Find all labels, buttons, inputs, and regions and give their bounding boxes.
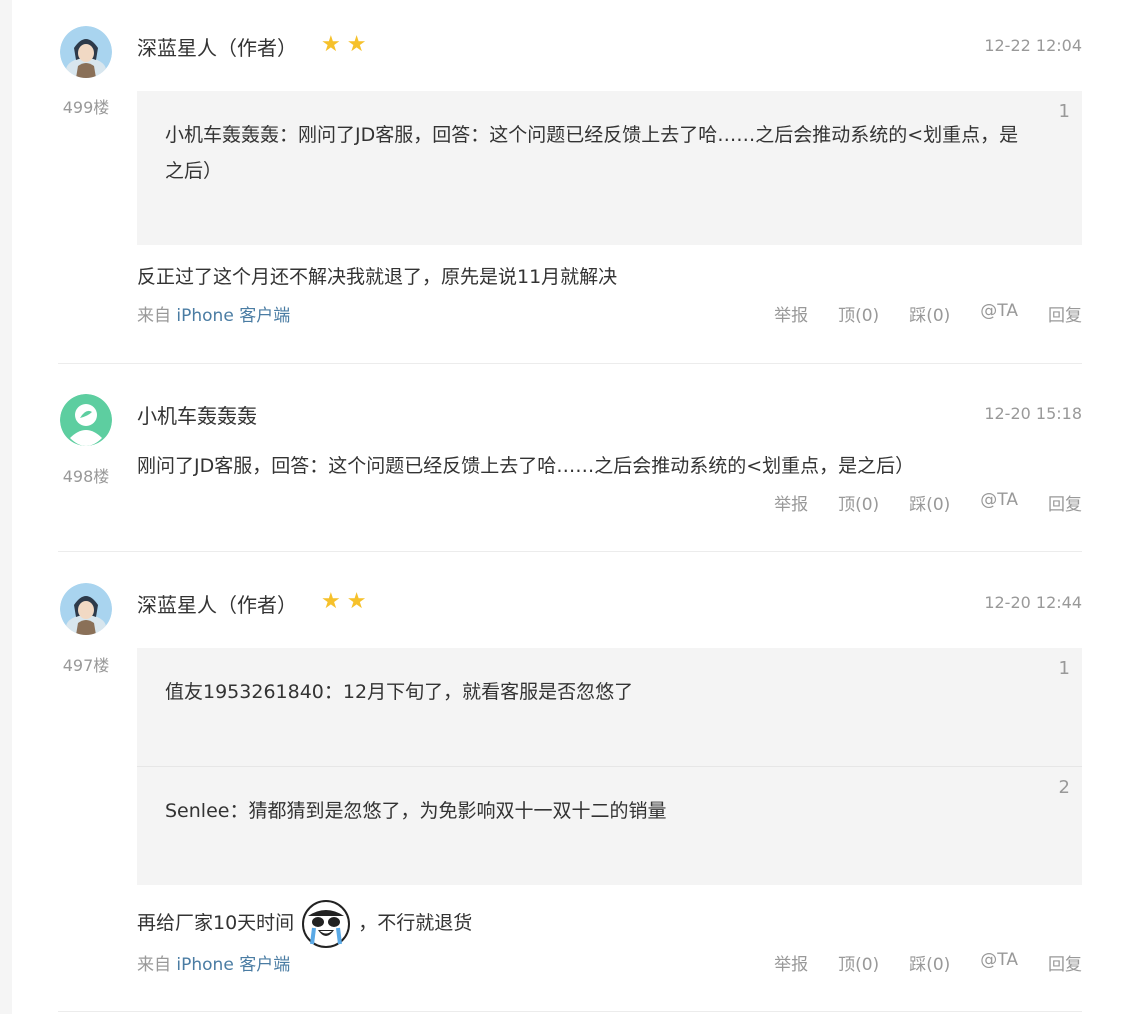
avatar[interactable] bbox=[60, 583, 112, 635]
divider bbox=[58, 551, 1082, 552]
quote-number: 1 bbox=[1058, 658, 1070, 679]
comment-page: 499楼 深蓝星人（作者） ★ ★ 12-22 12:04 1 小机车轰轰轰：刚… bbox=[0, 0, 1123, 1014]
floor-number: 499楼 bbox=[62, 98, 110, 117]
downvote-button[interactable]: 踩(0) bbox=[909, 490, 950, 515]
quote-content: ：刚问了JD客服，回答：这个问题已经反馈上去了哈……之后会推动系统的<划重点，是… bbox=[165, 124, 1019, 182]
left-gutter bbox=[0, 0, 12, 1014]
comment-header: 深蓝星人（作者） ★ ★ 12-20 12:44 bbox=[137, 583, 1082, 623]
downvote-button[interactable]: 踩(0) bbox=[909, 950, 950, 975]
divider bbox=[58, 363, 1082, 364]
quote-text: Senlee：猜都猜到是忽悠了，为免影响双十一双十二的销量 bbox=[165, 793, 1022, 829]
quote-username[interactable]: Senlee bbox=[165, 800, 229, 822]
source-link[interactable]: iPhone 客户端 bbox=[176, 306, 290, 326]
quote-username[interactable]: 小机车轰轰轰 bbox=[165, 124, 279, 146]
quote-number: 1 bbox=[1058, 101, 1070, 122]
comment-text: 再给厂家10天时间 ，不行就退货 bbox=[137, 899, 1082, 948]
comment-header: 深蓝星人（作者） ★ ★ 12-22 12:04 bbox=[137, 26, 1082, 66]
star-icon: ★ bbox=[321, 589, 341, 614]
comment-actions: 举报 顶(0) 踩(0) @TA 回复 bbox=[744, 950, 1082, 975]
default-user-avatar-icon bbox=[60, 394, 112, 446]
comment-actions: 举报 顶(0) 踩(0) @TA 回复 bbox=[744, 301, 1082, 326]
downvote-button[interactable]: 踩(0) bbox=[909, 301, 950, 326]
comment-text-part: ，不行就退货 bbox=[358, 912, 473, 934]
anime-avatar-icon bbox=[60, 583, 112, 635]
username[interactable]: 深蓝星人（作者） bbox=[137, 32, 297, 61]
floor-number: 497楼 bbox=[62, 656, 110, 675]
comment-footer: 来自 iPhone 客户端 举报 顶(0) 踩(0) @TA 回复 bbox=[137, 950, 1082, 976]
level-stars: ★ ★ bbox=[321, 589, 366, 615]
comment-text: 反正过了这个月还不解决我就退了，原先是说11月就解决 bbox=[137, 266, 618, 288]
quote-content: ：12月下旬了，就看客服是否忽悠了 bbox=[323, 681, 634, 703]
comment-498: 498楼 小机车轰轰轰 12-20 15:18 刚问了JD客服，回答：这个问题已… bbox=[58, 394, 1082, 524]
avatar[interactable] bbox=[60, 26, 112, 78]
divider bbox=[58, 1011, 1082, 1012]
level-stars: ★ ★ bbox=[321, 32, 366, 58]
report-button[interactable]: 举报 bbox=[774, 301, 808, 326]
username[interactable]: 深蓝星人（作者） bbox=[137, 589, 297, 618]
star-icon: ★ bbox=[321, 32, 341, 57]
crying-laugh-emoji-icon bbox=[302, 899, 351, 948]
mention-button[interactable]: @TA bbox=[980, 490, 1018, 515]
quote-content: ：猜都猜到是忽悠了，为免影响双十一双十二的销量 bbox=[229, 800, 667, 822]
mention-button[interactable]: @TA bbox=[980, 950, 1018, 975]
report-button[interactable]: 举报 bbox=[774, 490, 808, 515]
report-button[interactable]: 举报 bbox=[774, 950, 808, 975]
comment-499: 499楼 深蓝星人（作者） ★ ★ 12-22 12:04 1 小机车轰轰轰：刚… bbox=[58, 26, 1082, 336]
upvote-button[interactable]: 顶(0) bbox=[838, 490, 879, 515]
source-prefix: 来自 bbox=[137, 306, 171, 326]
upvote-button[interactable]: 顶(0) bbox=[838, 301, 879, 326]
reply-button[interactable]: 回复 bbox=[1048, 301, 1082, 326]
source-link[interactable]: iPhone 客户端 bbox=[176, 955, 290, 975]
upvote-button[interactable]: 顶(0) bbox=[838, 950, 879, 975]
timestamp: 12-22 12:04 bbox=[984, 36, 1082, 55]
comment-text-part: 再给厂家10天时间 bbox=[137, 912, 295, 934]
username[interactable]: 小机车轰轰轰 bbox=[137, 400, 257, 429]
floor-number: 498楼 bbox=[62, 467, 110, 486]
timestamp: 12-20 12:44 bbox=[984, 593, 1082, 612]
quote-item: 1 小机车轰轰轰：刚问了JD客服，回答：这个问题已经反馈上去了哈……之后会推动系… bbox=[137, 91, 1082, 245]
comment-497: 497楼 深蓝星人（作者） ★ ★ 12-20 12:44 1 值友195326… bbox=[58, 583, 1082, 983]
comment-actions: 举报 顶(0) 踩(0) @TA 回复 bbox=[744, 490, 1082, 515]
quote-number: 2 bbox=[1058, 777, 1070, 798]
source-label: 来自 iPhone 客户端 bbox=[137, 301, 290, 326]
source-prefix: 来自 bbox=[137, 954, 171, 975]
quote-item: 1 值友1953261840：12月下旬了，就看客服是否忽悠了 bbox=[137, 648, 1082, 766]
comment-footer: 来自 iPhone 客户端 举报 顶(0) 踩(0) @TA 回复 bbox=[137, 301, 1082, 327]
quoted-replies: 1 小机车轰轰轰：刚问了JD客服，回答：这个问题已经反馈上去了哈……之后会推动系… bbox=[137, 91, 1082, 245]
reply-button[interactable]: 回复 bbox=[1048, 490, 1082, 515]
avatar[interactable] bbox=[60, 394, 112, 446]
quote-text: 小机车轰轰轰：刚问了JD客服，回答：这个问题已经反馈上去了哈……之后会推动系统的… bbox=[165, 117, 1022, 189]
quoted-replies: 1 值友1953261840：12月下旬了，就看客服是否忽悠了 2 Senlee… bbox=[137, 648, 1082, 885]
star-icon: ★ bbox=[346, 589, 367, 614]
quote-text: 值友1953261840：12月下旬了，就看客服是否忽悠了 bbox=[165, 674, 1022, 710]
quote-item: 2 Senlee：猜都猜到是忽悠了，为免影响双十一双十二的销量 bbox=[137, 766, 1082, 885]
comment-body: 深蓝星人（作者） ★ ★ 12-22 12:04 1 小机车轰轰轰：刚问了JD客… bbox=[137, 26, 1082, 327]
comment-header: 小机车轰轰轰 12-20 15:18 bbox=[137, 394, 1082, 434]
quote-username[interactable]: 值友1953261840 bbox=[165, 681, 324, 703]
star-icon: ★ bbox=[346, 32, 367, 57]
comment-body: 小机车轰轰轰 12-20 15:18 刚问了JD客服，回答：这个问题已经反馈上去… bbox=[137, 394, 1082, 516]
source-label: 来自 iPhone 客户端 bbox=[137, 950, 290, 975]
comment-footer: 举报 顶(0) 踩(0) @TA 回复 bbox=[137, 490, 1082, 516]
comment-body: 深蓝星人（作者） ★ ★ 12-20 12:44 1 值友1953261840：… bbox=[137, 583, 1082, 976]
reply-button[interactable]: 回复 bbox=[1048, 950, 1082, 975]
anime-avatar-icon bbox=[60, 26, 112, 78]
comment-text: 刚问了JD客服，回答：这个问题已经反馈上去了哈……之后会推动系统的<划重点，是之… bbox=[137, 455, 915, 477]
timestamp: 12-20 15:18 bbox=[984, 404, 1082, 423]
mention-button[interactable]: @TA bbox=[980, 301, 1018, 326]
